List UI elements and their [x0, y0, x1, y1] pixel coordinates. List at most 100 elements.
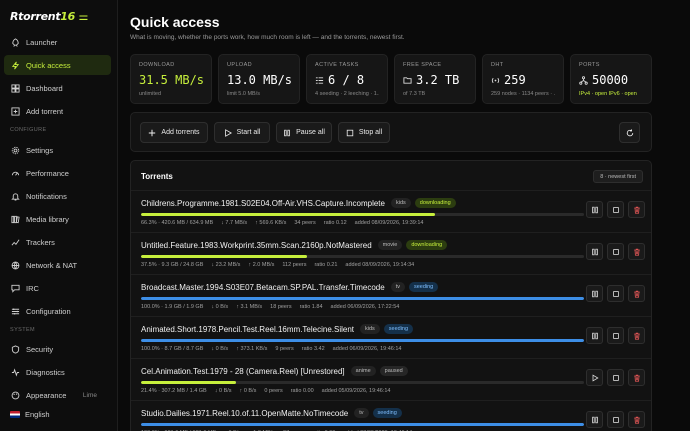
torrent-size: 37.5% · 9.3 GB / 24.8 GB — [141, 262, 204, 268]
status-badge: seeding — [383, 324, 414, 334]
torrent-size: 21.4% · 307.2 MB / 1.4 GB — [141, 388, 207, 394]
added-date: added 08/09/2026, 19:14:34 — [345, 262, 415, 268]
torrent-name[interactable]: Broadcast.Master.1994.S03E07.Betacam.SP.… — [141, 283, 385, 292]
ratio: ratio 3.42 — [301, 346, 325, 352]
progress-fill — [141, 381, 236, 384]
play-icon — [592, 374, 599, 381]
gauge-icon — [10, 168, 20, 178]
stat-download: DOWNLOAD 31.5 MB/s unlimited — [130, 54, 212, 104]
stop-button[interactable] — [607, 201, 624, 218]
sidebar-item-launcher[interactable]: Launcher — [4, 32, 111, 52]
sidebar-item-diagnostics[interactable]: Diagnostics — [4, 362, 111, 382]
stop-button[interactable] — [607, 411, 624, 428]
torrent-name[interactable]: Childrens.Programme.1981.S02E04.Off-Air.… — [141, 199, 385, 208]
pause-button[interactable] — [586, 201, 603, 218]
table-row[interactable]: Studio.Dailies.1971.Reel.10.of.11.OpenMa… — [131, 400, 651, 431]
stop-icon — [612, 248, 619, 255]
torrent-meta: 66.3% · 420.6 MB / 634.9 MB ↓ 7.7 MB/s ↑ 5… — [141, 220, 432, 226]
progress-bar — [141, 255, 584, 258]
added-date: added 08/09/2026, 19:39:14 — [354, 220, 424, 226]
delete-button[interactable] — [628, 201, 645, 218]
table-row[interactable]: Untitled.Feature.1983.Workprint.35mm.Sca… — [131, 232, 651, 274]
language-selector[interactable]: English — [4, 404, 111, 424]
sidebar-item-media-library[interactable]: Media library — [4, 209, 111, 229]
sidebar-item-dashboard[interactable]: Dashboard — [4, 78, 111, 98]
table-row[interactable]: Broadcast.Master.1994.S03E07.Betacam.SP.… — [131, 274, 651, 316]
table-row[interactable]: Childrens.Programme.1981.S02E04.Off-Air.… — [131, 190, 651, 232]
stop-icon — [612, 416, 619, 423]
sidebar-item-trackers[interactable]: Trackers — [4, 232, 111, 252]
network-icon — [10, 260, 20, 270]
status-badge: downloading — [406, 240, 448, 250]
torrent-name[interactable]: Animated.Short.1978.Pencil.Test.Reel.16m… — [141, 325, 354, 334]
play-icon — [224, 128, 232, 137]
sidebar-item-settings[interactable]: Settings — [4, 140, 111, 160]
delete-button[interactable] — [628, 411, 645, 428]
sidebar-item-security[interactable]: Security — [4, 339, 111, 359]
pause-button[interactable] — [586, 327, 603, 344]
sidebar-item-performance[interactable]: Performance — [4, 163, 111, 183]
sidebar-item-label: Add torrent — [26, 106, 64, 116]
stop-button[interactable] — [607, 369, 624, 386]
torrent-meta: 100.0% · 1.9 GB / 1.9 GB ↓ 0 B/s ↑ 3.1 MB/… — [141, 304, 407, 310]
stop-button[interactable] — [607, 285, 624, 302]
sidebar-item-appearance[interactable]: Appearance Lime — [4, 385, 111, 405]
upload-rate: ↑ 569.6 KB/s — [255, 220, 287, 226]
resume-button[interactable] — [586, 369, 603, 386]
appearance-value: Lime — [82, 391, 97, 399]
torrent-meta: 21.4% · 307.2 MB / 1.4 GB ↓ 0 B/s ↑ 0 B/s 0… — [141, 388, 398, 394]
refresh-button[interactable] — [619, 122, 640, 143]
sidebar-item-label: Trackers — [26, 237, 55, 247]
delete-button[interactable] — [628, 243, 645, 260]
added-date: added 06/09/2026, 17:22:54 — [330, 304, 400, 310]
pause-button[interactable] — [586, 285, 603, 302]
delete-button[interactable] — [628, 369, 645, 386]
sidebar-item-network-nat[interactable]: Network & NAT — [4, 255, 111, 275]
stop-button[interactable] — [607, 243, 624, 260]
trash-icon — [633, 332, 640, 340]
stop-button[interactable] — [607, 327, 624, 344]
plus-icon — [149, 129, 156, 136]
ratio: ratio 1.84 — [299, 304, 323, 310]
status-badge: seeding — [372, 408, 402, 418]
delete-button[interactable] — [628, 285, 645, 302]
stop-icon — [346, 129, 354, 136]
table-row[interactable]: Animated.Short.1978.Pencil.Test.Reel.16m… — [131, 316, 651, 358]
upload-rate: ↑ 373.1 KB/s — [236, 346, 268, 352]
progress-bar — [141, 339, 584, 342]
plus-square-icon — [10, 106, 20, 116]
add-torrents-button[interactable]: Add torrents — [140, 122, 208, 143]
sidebar-item-configuration[interactable]: Configuration — [4, 301, 111, 321]
trash-icon — [633, 374, 640, 382]
sidebar-item-add-torrent[interactable]: Add torrent — [4, 101, 111, 121]
sidebar-item-irc[interactable]: IRC — [4, 278, 111, 298]
progress-bar — [141, 423, 584, 426]
stop-all-button[interactable]: Stop all — [338, 122, 390, 143]
start-all-button[interactable]: Start all — [214, 122, 270, 143]
delete-button[interactable] — [628, 327, 645, 344]
tasks-icon — [315, 76, 324, 84]
sidebar-item-notifications[interactable]: Notifications — [4, 186, 111, 206]
pause-icon — [284, 129, 290, 136]
download-rate: ↓ 0 B/s — [214, 388, 232, 394]
sidebar-item-quick-access[interactable]: Quick access — [4, 55, 111, 75]
pause-all-button[interactable]: Pause all — [276, 122, 332, 143]
sidebar-item-label: Network & NAT — [26, 260, 78, 270]
status-badge: downloading — [414, 198, 456, 208]
torrent-name[interactable]: Untitled.Feature.1983.Workprint.35mm.Sca… — [141, 241, 372, 250]
torrent-name[interactable]: Cel.Animation.Test.1979 - 28 (Camera.Ree… — [141, 367, 345, 376]
progress-bar — [141, 297, 584, 300]
palette-icon — [10, 390, 20, 400]
progress-fill — [141, 297, 584, 300]
sidebar-item-label: Diagnostics — [26, 367, 65, 377]
stop-icon — [612, 332, 619, 339]
sidebar-section-system: SYSTEM — [10, 327, 36, 333]
pause-button[interactable] — [586, 411, 603, 428]
table-row[interactable]: Cel.Animation.Test.1979 - 28 (Camera.Ree… — [131, 358, 651, 400]
ratio: ratio 0.21 — [314, 262, 338, 268]
pause-button[interactable] — [586, 243, 603, 260]
page-title: Quick access — [130, 14, 220, 30]
torrent-name[interactable]: Studio.Dailies.1971.Reel.10.of.11.OpenMa… — [141, 409, 348, 418]
sidebar-item-label: Settings — [26, 145, 54, 155]
signal-icon — [491, 77, 500, 83]
